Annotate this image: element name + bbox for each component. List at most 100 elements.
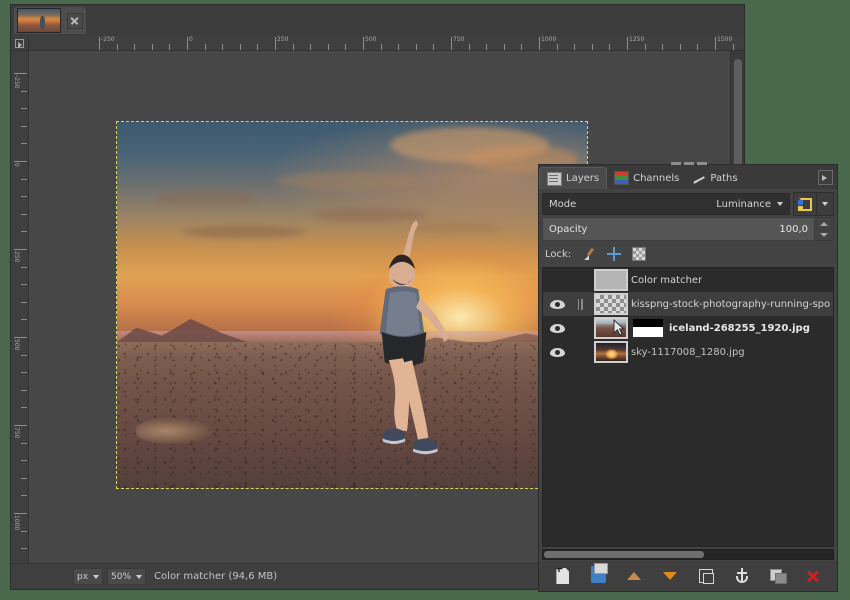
layer-list[interactable]: Color matcher kisspng-stock-photography-…	[542, 267, 834, 547]
ruler-minor-tick	[521, 44, 523, 50]
alpha-checker-icon[interactable]	[632, 247, 647, 261]
ruler-tick-label: 1250	[629, 36, 645, 43]
rock-cluster	[135, 418, 211, 445]
layer-name[interactable]: sky-1117008_1280.jpg	[631, 347, 745, 358]
mode-select[interactable]: Mode Luminance	[542, 193, 790, 215]
layer-thumbnail	[594, 341, 628, 363]
ruler-minor-tick	[21, 319, 27, 321]
ruler-major-tick	[363, 37, 364, 50]
tab-layers[interactable]: Layers	[539, 167, 608, 189]
ruler-major-tick	[14, 161, 27, 162]
layer-list-horizontal-scrollbar[interactable]	[542, 549, 834, 560]
layer-mask-thumbnail[interactable]	[631, 317, 665, 339]
new-layer-icon	[556, 568, 570, 584]
table-row[interactable]: Color matcher	[543, 268, 833, 292]
ruler-major-tick	[275, 37, 276, 50]
raise-layer-button[interactable]	[621, 564, 647, 588]
opacity-spinner[interactable]	[815, 217, 834, 241]
zoom-selector[interactable]: 50%	[107, 568, 147, 585]
chevron-up-icon[interactable]	[820, 221, 828, 226]
layer-link-toggle[interactable]	[569, 268, 591, 292]
ruler-minor-tick	[21, 389, 27, 391]
ruler-minor-tick	[222, 44, 224, 50]
ruler-minor-tick	[292, 44, 294, 50]
layer-link-toggle[interactable]	[569, 316, 591, 340]
duplicate-layer-button[interactable]	[693, 564, 719, 588]
chevron-down-icon	[93, 574, 100, 579]
document-thumbnail-icon	[17, 8, 62, 33]
layer-visibility-toggle[interactable]	[545, 292, 569, 316]
ruler-minor-tick	[21, 196, 27, 198]
lock-label: Lock:	[545, 248, 572, 260]
ruler-major-tick	[14, 513, 27, 514]
table-row[interactable]: sky-1117008_1280.jpg	[543, 340, 833, 364]
unit-selector[interactable]: px	[73, 568, 104, 585]
layer-link-toggle[interactable]	[569, 340, 591, 364]
ruler-tick-label: 250	[13, 251, 20, 263]
anchor-layer-button[interactable]	[729, 564, 755, 588]
mode-label: Mode	[549, 198, 577, 210]
ruler-minor-tick	[21, 407, 27, 409]
layer-visibility-toggle[interactable]	[545, 268, 569, 292]
ruler-minor-tick	[21, 460, 27, 462]
ruler-minor-tick	[327, 44, 329, 50]
scrollbar-thumb[interactable]	[544, 551, 704, 558]
composite-mode-dropdown[interactable]	[817, 192, 834, 216]
ruler-major-tick	[187, 37, 188, 50]
layer-link-toggle[interactable]	[569, 292, 591, 316]
ruler-minor-tick	[21, 231, 27, 233]
ruler-minor-tick	[21, 372, 27, 374]
layer-name[interactable]: iceland-268255_1920.jpg	[669, 323, 810, 334]
tab-channels[interactable]: Channels	[607, 167, 687, 189]
ruler-minor-tick	[21, 548, 27, 550]
ruler-minor-tick	[134, 44, 136, 50]
canvas-image[interactable]	[116, 121, 588, 489]
ruler-minor-tick	[679, 44, 681, 50]
chevron-down-icon[interactable]	[820, 232, 828, 237]
new-layer-button[interactable]	[550, 564, 576, 588]
move-icon[interactable]	[607, 247, 622, 261]
vertical-ruler[interactable]: -2500250500750100012501500	[11, 51, 29, 563]
chain-icon	[577, 298, 583, 310]
gimp-application: -250025050075010001250150017502000 -2500…	[0, 0, 850, 600]
lower-layer-button[interactable]	[657, 564, 683, 588]
brush-icon[interactable]	[582, 247, 596, 261]
eye-icon	[549, 299, 565, 309]
document-tab[interactable]	[14, 7, 86, 34]
layer-visibility-toggle[interactable]	[545, 340, 569, 364]
unit-value: px	[77, 571, 89, 582]
ruler-minor-tick	[21, 284, 27, 286]
new-group-icon	[591, 563, 609, 583]
composite-mode-button[interactable]	[793, 192, 817, 216]
opacity-slider[interactable]: Opacity 100,0	[542, 217, 815, 241]
ruler-major-tick	[539, 37, 540, 50]
layer-name[interactable]: Color matcher	[631, 275, 702, 286]
eye-icon	[549, 323, 565, 333]
merge-down-button[interactable]	[764, 564, 790, 588]
ruler-major-tick	[14, 425, 27, 426]
ruler-minor-tick	[21, 442, 27, 444]
ruler-minor-tick	[468, 44, 470, 50]
ruler-major-tick	[627, 37, 628, 50]
composite-mode-icon	[797, 197, 812, 211]
table-row[interactable]: kisspng-stock-photography-running-sport-…	[543, 292, 833, 336]
ruler-minor-tick	[380, 44, 382, 50]
tab-paths[interactable]: Paths	[686, 167, 745, 189]
new-layer-group-button[interactable]	[586, 563, 612, 588]
ruler-origin-button[interactable]	[11, 35, 29, 51]
close-icon[interactable]	[67, 12, 83, 29]
layer-name[interactable]: kisspng-stock-photography-running-sport-…	[631, 299, 831, 310]
ruler-minor-tick	[21, 477, 27, 479]
layer-visibility-toggle[interactable]	[545, 316, 569, 340]
ruler-tick-label: 1000	[13, 515, 20, 531]
ruler-minor-tick	[697, 44, 699, 50]
dock-menu-icon[interactable]	[818, 170, 833, 185]
eye-icon	[549, 347, 565, 357]
horizontal-ruler[interactable]: -250025050075010001250150017502000	[29, 35, 744, 51]
opacity-label: Opacity	[549, 223, 588, 235]
table-row[interactable]: iceland-268255_1920.jpg	[543, 316, 833, 340]
delete-layer-button[interactable]	[800, 564, 826, 588]
ruler-minor-tick	[239, 44, 241, 50]
ruler-minor-tick	[21, 495, 27, 497]
merge-down-icon	[769, 569, 787, 584]
